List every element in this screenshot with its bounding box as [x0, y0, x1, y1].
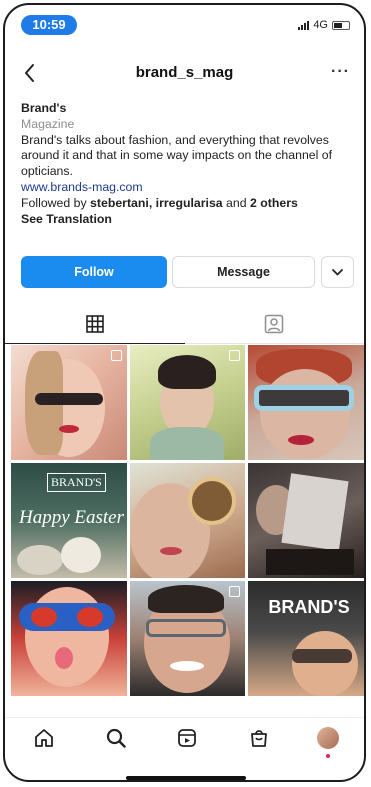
- phone-frame: 10:59 4G brand_s_mag ··· Brand's Magazin…: [3, 3, 366, 782]
- post-thumbnail[interactable]: [11, 581, 127, 696]
- followed-and: and: [222, 195, 250, 210]
- multi-post-icon: [110, 350, 122, 361]
- lens-shape: [31, 607, 57, 627]
- search-icon: [106, 728, 126, 748]
- decorated-lens-shape: [187, 477, 236, 525]
- followed-prefix: Followed by: [21, 195, 91, 210]
- post-thumbnail[interactable]: BRAND'S: [248, 581, 364, 696]
- profile-bio: Brand's Magazine Brand's talks about fas…: [21, 101, 351, 227]
- see-translation-link[interactable]: See Translation: [21, 212, 351, 228]
- profile-actions: Follow Message: [21, 256, 354, 288]
- face-shape: [260, 369, 351, 459]
- lens-shape: [77, 607, 103, 627]
- face-shape: [292, 631, 359, 696]
- follow-button[interactable]: Follow: [21, 256, 167, 288]
- lips-shape: [59, 425, 79, 433]
- followed-others: 2 others: [250, 195, 298, 210]
- glasses-shape: [145, 619, 226, 637]
- post-thumbnail[interactable]: [248, 345, 364, 460]
- hair-shape: [147, 585, 224, 613]
- followed-by[interactable]: Followed by stebertani, irregularisa and…: [21, 196, 351, 212]
- lips-shape: [159, 547, 182, 555]
- nav-shop[interactable]: [245, 724, 273, 752]
- tab-tagged[interactable]: [184, 305, 364, 344]
- more-icon[interactable]: ···: [331, 63, 350, 81]
- home-icon: [35, 729, 53, 747]
- egg-shape: [61, 537, 101, 573]
- status-indicators: 4G: [298, 19, 350, 31]
- nav-search[interactable]: [102, 724, 130, 752]
- multi-post-icon: [229, 586, 241, 597]
- profile-header: brand_s_mag ···: [5, 57, 364, 91]
- sunglasses-shape: [292, 649, 353, 663]
- shop-icon: [251, 730, 267, 747]
- smile-shape: [169, 661, 204, 671]
- status-bar: 10:59 4G: [5, 5, 364, 49]
- notification-dot: [326, 754, 330, 758]
- post-thumbnail[interactable]: BRAND'S Happy Easter: [11, 463, 127, 578]
- post-thumbnail[interactable]: [129, 581, 246, 696]
- shirt-shape: [149, 427, 224, 460]
- followed-users: stebertani, irregularisa: [90, 195, 223, 210]
- magazine-shape: [281, 473, 349, 551]
- profile-category: Magazine: [21, 116, 75, 131]
- post-thumbnail[interactable]: [129, 463, 246, 578]
- signal-icon: [298, 20, 310, 30]
- posts-grid: BRAND'S Happy Easter BRAND'S: [11, 345, 364, 696]
- nav-reels[interactable]: [173, 724, 201, 752]
- profile-description: Brand's talks about fashion, and everyth…: [21, 132, 333, 179]
- profile-username: brand_s_mag: [135, 64, 234, 81]
- nav-profile[interactable]: [314, 724, 342, 758]
- tagged-icon: [265, 314, 284, 334]
- battery-icon: [332, 20, 350, 30]
- sunglasses-shape: [35, 393, 103, 405]
- post-badge: BRAND'S: [47, 473, 106, 492]
- nav-home[interactable]: [30, 724, 58, 752]
- egg-shape: [17, 545, 63, 575]
- profile-website-link[interactable]: www.brands-mag.com: [21, 180, 351, 196]
- home-indicator[interactable]: [126, 776, 246, 780]
- post-caption: Happy Easter: [19, 507, 125, 528]
- multi-post-icon: [229, 350, 241, 361]
- profile-name: Brand's: [21, 101, 67, 115]
- post-thumbnail[interactable]: [129, 345, 246, 460]
- sunglasses-shape: [254, 385, 355, 411]
- suggested-accounts-button[interactable]: [321, 256, 354, 288]
- chevron-down-icon: [332, 269, 343, 276]
- post-thumbnail[interactable]: [248, 463, 364, 578]
- reels-icon: [178, 729, 196, 747]
- table-shape: [266, 549, 355, 575]
- status-time: 10:59: [21, 15, 77, 35]
- message-button[interactable]: Message: [172, 256, 315, 288]
- profile-tabs: [5, 305, 364, 345]
- tongue-shape: [55, 647, 73, 669]
- post-thumbnail[interactable]: [11, 345, 127, 460]
- bottom-navigation: [5, 717, 364, 758]
- tab-posts-grid[interactable]: [5, 305, 185, 344]
- hair-shape: [157, 355, 216, 389]
- grid-icon: [85, 315, 104, 333]
- profile-avatar: [317, 727, 339, 749]
- face-shape: [25, 587, 109, 687]
- post-badge: BRAND'S: [268, 597, 350, 617]
- network-label: 4G: [313, 19, 328, 31]
